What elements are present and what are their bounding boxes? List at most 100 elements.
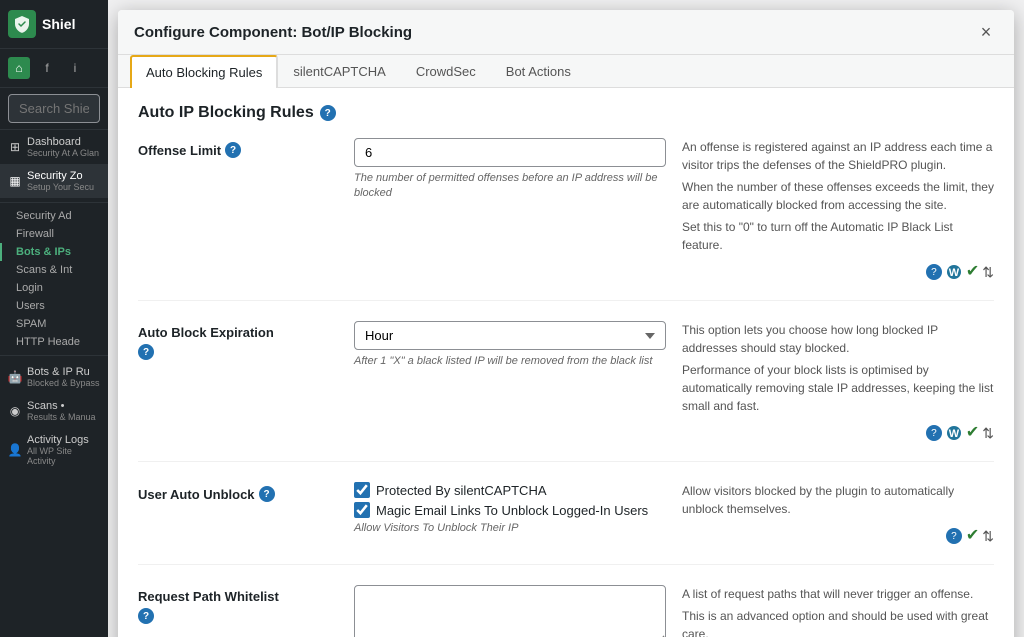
scans-icon: ◉ — [8, 404, 22, 418]
check-icon-autoblock[interactable]: ✔ — [966, 421, 979, 445]
magic-email-checkbox[interactable] — [354, 502, 370, 518]
sidebar-item-dashboard[interactable]: ⊞ Dashboard Security At A Glan — [0, 130, 108, 164]
tab-crowdsec[interactable]: CrowdSec — [401, 55, 491, 88]
user-unblock-desc-help[interactable]: ? — [946, 528, 962, 544]
sidebar-sub-bots-ips[interactable]: Bots & IPs — [0, 243, 108, 261]
security-zone-label: Security Zo — [27, 170, 94, 182]
facebook-icon[interactable]: f — [36, 57, 58, 79]
shield-icon — [8, 10, 36, 38]
dashboard-icon: ⊞ — [8, 140, 22, 154]
search-container — [0, 88, 108, 130]
sidebar-item-activity-logs[interactable]: 👤 Activity Logs All WP Site Activity — [0, 428, 108, 472]
wp-icon-autoblock: W — [946, 425, 962, 441]
modal-body: Auto IP Blocking Rules ? Offense Limit ?… — [118, 88, 1014, 637]
sidebar-sub-spam[interactable]: SPAM — [0, 315, 108, 333]
tab-silentcaptcha[interactable]: silentCAPTCHA — [278, 55, 400, 88]
magic-email-label[interactable]: Magic Email Links To Unblock Logged-In U… — [376, 503, 648, 518]
check-icon-offense[interactable]: ✔ — [966, 260, 979, 284]
offense-limit-hint: The number of permitted offenses before … — [354, 171, 666, 202]
sidebar-sub-firewall[interactable]: Firewall — [0, 225, 108, 243]
close-button[interactable]: × — [974, 20, 998, 44]
sort-icon-offense[interactable]: ⇅ — [982, 262, 994, 283]
modal: Configure Component: Bot/IP Blocking × A… — [118, 10, 1014, 637]
sidebar-logo: Shiel — [0, 0, 108, 49]
magic-email-checkbox-row: Magic Email Links To Unblock Logged-In U… — [354, 502, 666, 518]
silentcaptcha-label[interactable]: Protected By silentCAPTCHA — [376, 483, 547, 498]
tab-auto-blocking[interactable]: Auto Blocking Rules — [130, 55, 278, 88]
user-auto-unblock-row: User Auto Unblock ? Protected By silentC… — [138, 482, 994, 565]
bots-ip-sub: Blocked & Bypass — [27, 378, 100, 388]
request-path-whitelist-desc: A list of request paths that will never … — [682, 585, 994, 637]
auto-block-help-icon[interactable]: ? — [138, 344, 154, 360]
user-auto-unblock-desc: Allow visitors blocked by the plugin to … — [682, 482, 994, 548]
section-help-icon[interactable]: ? — [320, 105, 336, 121]
sidebar-logo-text: Shiel — [42, 16, 75, 32]
bots-ip-label: Bots & IP Ru — [27, 366, 100, 378]
sidebar-sub-users[interactable]: Users — [0, 297, 108, 315]
scans-label: Scans • — [27, 400, 96, 412]
user-unblock-help-icon[interactable]: ? — [259, 486, 275, 502]
activity-icon: 👤 — [8, 443, 22, 457]
sort-icon-unblock[interactable]: ⇅ — [982, 526, 994, 547]
modal-header: Configure Component: Bot/IP Blocking × — [118, 10, 1014, 55]
offense-limit-row: Offense Limit ? The number of permitted … — [138, 138, 994, 301]
sidebar-icon-row: ⌂ f i — [0, 49, 108, 88]
offense-limit-help-icon[interactable]: ? — [225, 142, 241, 158]
silentcaptcha-checkbox-row: Protected By silentCAPTCHA — [354, 482, 666, 498]
auto-block-expiration-desc: This option lets you choose how long blo… — [682, 321, 994, 445]
tab-bot-actions[interactable]: Bot Actions — [491, 55, 586, 88]
wp-icon-offense: W — [946, 264, 962, 280]
security-zone-sub: Setup Your Secu — [27, 182, 94, 192]
auto-block-desc-help[interactable]: ? — [926, 425, 942, 441]
section-title: Auto IP Blocking Rules ? — [138, 104, 994, 122]
user-unblock-hint: Allow Visitors To Unblock Their IP — [354, 522, 666, 534]
auto-block-expiration-control: Hour Day Week Month Never After 1 "X" a … — [354, 321, 666, 369]
request-path-whitelist-row: Request Path Whitelist ? Request Path Wh… — [138, 585, 994, 637]
activity-label: Activity Logs — [27, 434, 100, 446]
sidebar: Shiel ⌂ f i ⊞ Dashboard Security At A Gl… — [0, 0, 108, 637]
auto-block-expiration-row: Auto Block Expiration ? Hour Day Week Mo… — [138, 321, 994, 462]
info-icon[interactable]: i — [64, 57, 86, 79]
request-path-help-icon[interactable]: ? — [138, 608, 154, 624]
dashboard-sub: Security At A Glan — [27, 148, 99, 158]
user-auto-unblock-label: User Auto Unblock ? — [138, 482, 338, 502]
tab-bar: Auto Blocking Rules silentCAPTCHA CrowdS… — [118, 55, 1014, 88]
search-input[interactable] — [8, 94, 100, 123]
sidebar-sub-http-headers[interactable]: HTTP Heade — [0, 333, 108, 351]
sidebar-sub-scans[interactable]: Scans & Int — [0, 261, 108, 279]
offense-limit-desc-help[interactable]: ? — [926, 264, 942, 280]
modal-overlay: Configure Component: Bot/IP Blocking × A… — [108, 0, 1024, 637]
request-path-whitelist-label: Request Path Whitelist ? — [138, 585, 338, 624]
auto-block-hint: After 1 "X" a black listed IP will be re… — [354, 354, 666, 369]
silentcaptcha-checkbox[interactable] — [354, 482, 370, 498]
offense-limit-desc: An offense is registered against an IP a… — [682, 138, 994, 284]
request-path-whitelist-control: Request Path Whitelist — [354, 585, 666, 637]
sidebar-item-security-zone[interactable]: ▦ Security Zo Setup Your Secu — [0, 164, 108, 198]
offense-limit-label: Offense Limit ? — [138, 138, 338, 158]
user-auto-unblock-control: Protected By silentCAPTCHA Magic Email L… — [354, 482, 666, 534]
activity-sub: All WP Site Activity — [27, 446, 100, 466]
dashboard-label: Dashboard — [27, 136, 99, 148]
offense-limit-input[interactable] — [354, 138, 666, 167]
bots-icon: 🤖 — [8, 370, 22, 384]
sidebar-sub-login[interactable]: Login — [0, 279, 108, 297]
sidebar-item-bots-ip-rules[interactable]: 🤖 Bots & IP Ru Blocked & Bypass — [0, 360, 108, 394]
user-unblock-actions: ? ✔ ⇅ — [682, 524, 994, 548]
main-content: Configure Component: Bot/IP Blocking × A… — [108, 0, 1024, 637]
home-icon[interactable]: ⌂ — [8, 57, 30, 79]
offense-limit-actions: ? W ✔ ⇅ — [682, 260, 994, 284]
check-icon-unblock[interactable]: ✔ — [966, 524, 979, 548]
offense-limit-control: The number of permitted offenses before … — [354, 138, 666, 202]
auto-block-actions: ? W ✔ ⇅ — [682, 421, 994, 445]
sidebar-item-scans[interactable]: ◉ Scans • Results & Manua — [0, 394, 108, 428]
security-zone-icon: ▦ — [8, 174, 22, 188]
scans-sub: Results & Manua — [27, 412, 96, 422]
auto-block-expiration-label: Auto Block Expiration ? — [138, 321, 338, 360]
svg-text:W: W — [949, 428, 960, 440]
sidebar-sub-security-admin[interactable]: Security Ad — [0, 207, 108, 225]
svg-text:W: W — [949, 267, 960, 279]
auto-block-expiration-select[interactable]: Hour Day Week Month Never — [354, 321, 666, 350]
modal-title: Configure Component: Bot/IP Blocking — [134, 24, 412, 41]
request-path-whitelist-textarea[interactable] — [354, 585, 666, 637]
sort-icon-autoblock[interactable]: ⇅ — [982, 423, 994, 444]
